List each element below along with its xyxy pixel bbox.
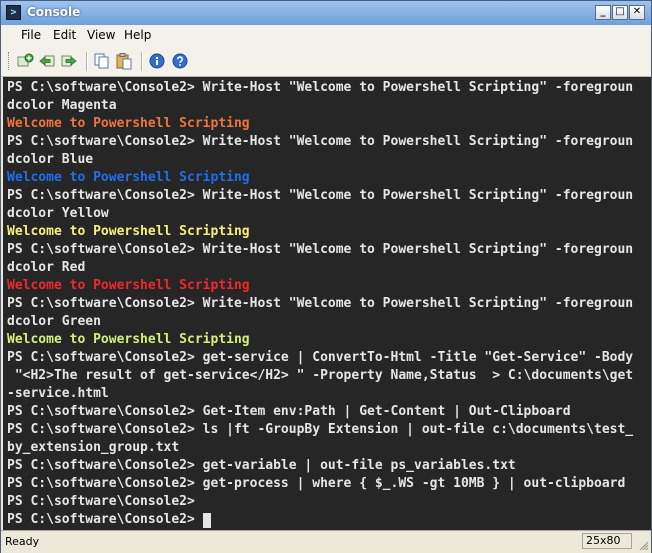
console-line: PS C:\software\Console2> <box>7 512 203 527</box>
help-icon[interactable] <box>171 52 189 70</box>
console-line: Welcome to Powershell Scripting <box>7 116 250 131</box>
console-line: PS C:\software\Console2> Write-Host "Wel… <box>7 296 634 311</box>
close-button[interactable]: ✕ <box>629 5 645 20</box>
console-window: > Console _ □ ✕ File Edit View Help PS C… <box>0 0 652 553</box>
copy-icon[interactable] <box>93 52 111 70</box>
menu-edit[interactable]: Edit <box>53 28 76 42</box>
status-bar: Ready 25x80 <box>1 530 651 553</box>
console-line: PS C:\software\Console2> get-process | w… <box>7 476 626 491</box>
forward-icon[interactable] <box>60 52 78 70</box>
console-size-indicator: 25x80 <box>582 533 632 549</box>
console-output-area[interactable]: PS C:\software\Console2> Write-Host "Wel… <box>3 77 651 530</box>
console-line: Welcome to Powershell Scripting <box>7 170 250 185</box>
console-line: dcolor Magenta <box>7 98 117 113</box>
console-line: PS C:\software\Console2> get-service | C… <box>7 350 634 365</box>
menu-bar: File Edit View Help <box>1 25 651 46</box>
console-app-icon: > <box>6 5 21 20</box>
paste-icon[interactable] <box>115 52 133 70</box>
console-line: PS C:\software\Console2> Write-Host "Wel… <box>7 242 634 257</box>
console-line: dcolor Red <box>7 260 86 275</box>
console-line: dcolor Green <box>7 314 101 329</box>
console-line: PS C:\software\Console2> Get-Item env:Pa… <box>7 404 571 419</box>
menu-file[interactable]: File <box>21 28 41 42</box>
toolbar-grip[interactable] <box>8 52 12 70</box>
console-line: dcolor Blue <box>7 152 94 167</box>
console-line: PS C:\software\Console2> get-variable | … <box>7 458 516 473</box>
resize-grip-icon[interactable] <box>637 539 649 551</box>
title-bar[interactable]: > Console _ □ ✕ <box>1 1 651 26</box>
info-icon[interactable] <box>148 52 166 70</box>
toolbar <box>1 46 651 77</box>
console-line: Welcome to Powershell Scripting <box>7 332 250 347</box>
console-line: PS C:\software\Console2> Write-Host "Wel… <box>7 80 634 95</box>
status-text: Ready <box>5 535 40 548</box>
console-line: PS C:\software\Console2> <box>7 494 195 509</box>
menu-help[interactable]: Help <box>124 28 151 42</box>
console-line: Welcome to Powershell Scripting <box>7 224 250 239</box>
window-title: Console <box>27 5 81 19</box>
console-line: Welcome to Powershell Scripting <box>7 278 250 293</box>
console-line: by_extension_group.txt <box>7 440 180 455</box>
console-line: "<H2>The result of get-service</H2> " -P… <box>7 368 634 383</box>
console-line: PS C:\software\Console2> ls |ft -GroupBy… <box>7 422 634 437</box>
maximize-button[interactable]: □ <box>612 5 628 20</box>
minimize-button[interactable]: _ <box>595 5 611 20</box>
text-cursor <box>203 513 211 528</box>
menu-view[interactable]: View <box>87 28 115 42</box>
console-line: PS C:\software\Console2> Write-Host "Wel… <box>7 188 634 203</box>
console-line: PS C:\software\Console2> Write-Host "Wel… <box>7 134 634 149</box>
toolbar-separator <box>141 52 142 71</box>
console-line: dcolor Yellow <box>7 206 109 221</box>
console-line: -service.html <box>7 386 109 401</box>
toolbar-separator <box>86 52 87 71</box>
new-tab-icon[interactable] <box>16 52 34 70</box>
back-icon[interactable] <box>38 52 56 70</box>
